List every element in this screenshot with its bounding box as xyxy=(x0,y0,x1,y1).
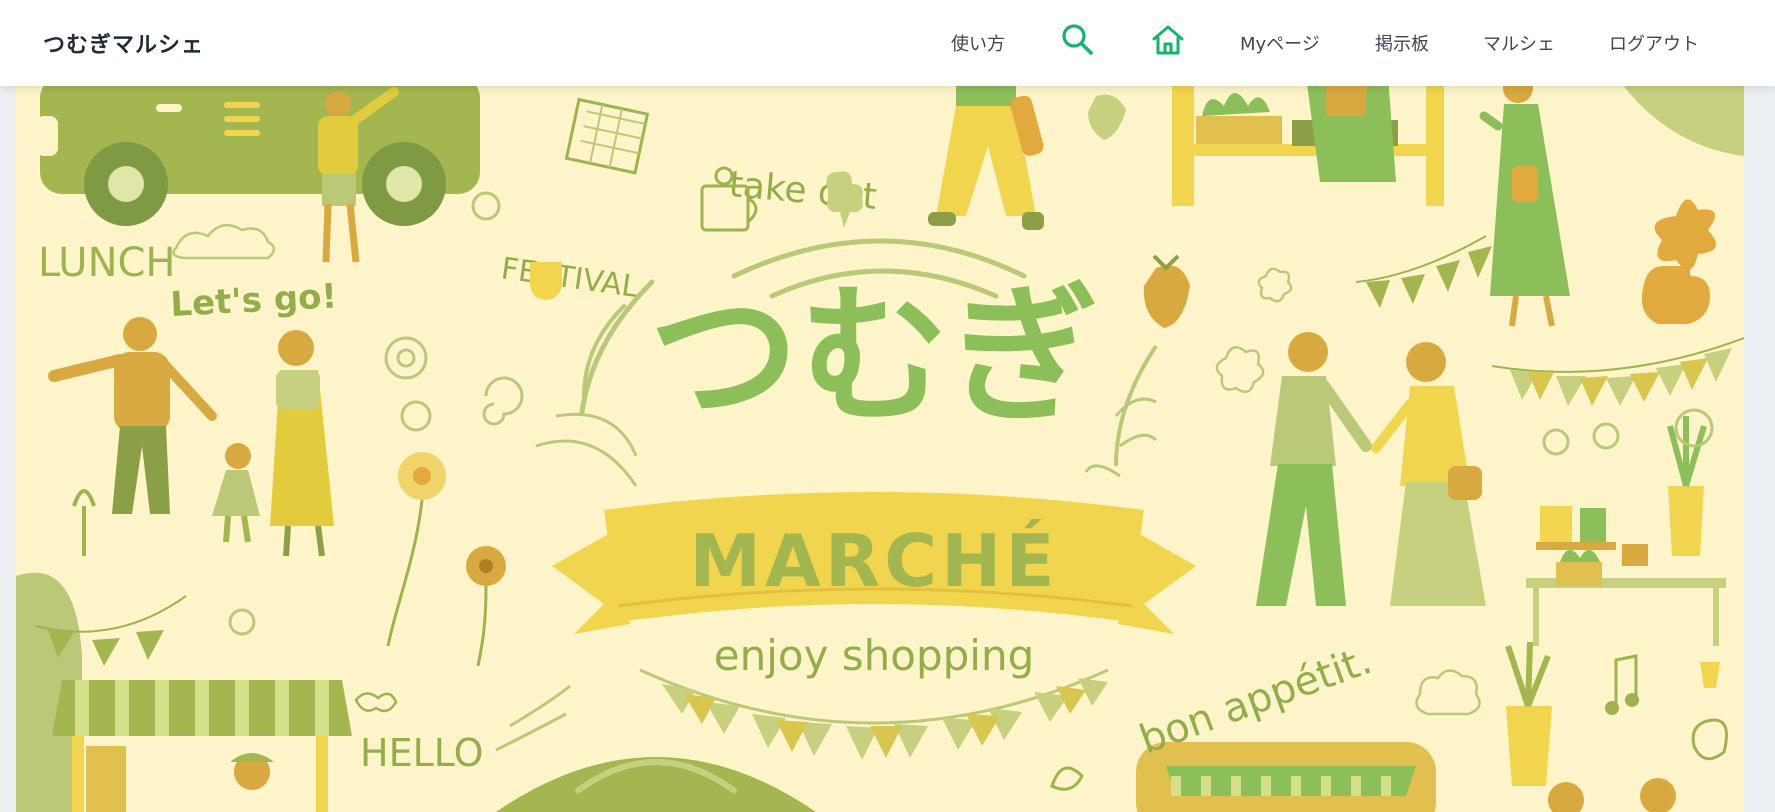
potted-plant-doodle xyxy=(1506,706,1552,786)
hero-banner: LUNCH Let's go! FESTIVAL take out HELLO … xyxy=(16,86,1744,812)
lets-go-text: Let's go! xyxy=(169,276,338,325)
nav-howto[interactable]: 使い方 xyxy=(951,30,1005,56)
leaf-doodle xyxy=(1691,718,1728,761)
plant-shelf-illustration xyxy=(1526,408,1726,646)
nav-mypage[interactable]: Myページ xyxy=(1240,30,1320,56)
jar-doodle xyxy=(530,262,562,300)
main-nav: 使い方 Myページ 掲示板 マルシェ ログアウト xyxy=(0,0,1775,86)
food-truck-illustration xyxy=(1136,742,1436,812)
umbrella-illustration xyxy=(496,757,816,812)
nav-marche[interactable]: マルシェ xyxy=(1483,30,1555,56)
teapot-doodle xyxy=(1641,266,1710,324)
logo-banner-text: MARCHÉ xyxy=(689,519,1058,603)
flower-doodle xyxy=(1654,199,1716,270)
woman-shopping-illustration xyxy=(1479,86,1570,327)
festival-text: FESTIVAL xyxy=(499,251,641,305)
hello-text: HELLO xyxy=(360,731,483,775)
nav-logout[interactable]: ログアウト xyxy=(1609,30,1699,56)
market-stand-illustration xyxy=(1172,86,1444,206)
top-header: つむぎマルシェ 使い方 Myページ 掲示板 マルシェ ログアウト xyxy=(0,0,1775,86)
person-walking-illustration xyxy=(928,86,1044,230)
strawberry-doodle xyxy=(1088,94,1126,140)
strawberry-doodle xyxy=(1143,265,1190,328)
logo-title: つむぎ xyxy=(649,270,1099,444)
truck-illustration xyxy=(36,86,480,226)
family-illustration xyxy=(48,317,334,557)
couple-illustration xyxy=(1256,332,1486,606)
home-icon[interactable] xyxy=(1150,22,1186,62)
central-logo: つむぎ MARCHÉ enjoy shopping xyxy=(535,238,1196,760)
search-icon[interactable] xyxy=(1060,22,1094,60)
hero-illustration: LUNCH Let's go! FESTIVAL take out HELLO … xyxy=(16,86,1744,812)
nav-board[interactable]: 掲示板 xyxy=(1375,30,1429,56)
lunch-text: LUNCH xyxy=(38,240,176,286)
cloud-doodle xyxy=(172,223,276,260)
market-stall-illustration xyxy=(52,680,352,812)
logo-tagline: enjoy shopping xyxy=(714,631,1035,680)
basket-doodle xyxy=(564,97,650,175)
